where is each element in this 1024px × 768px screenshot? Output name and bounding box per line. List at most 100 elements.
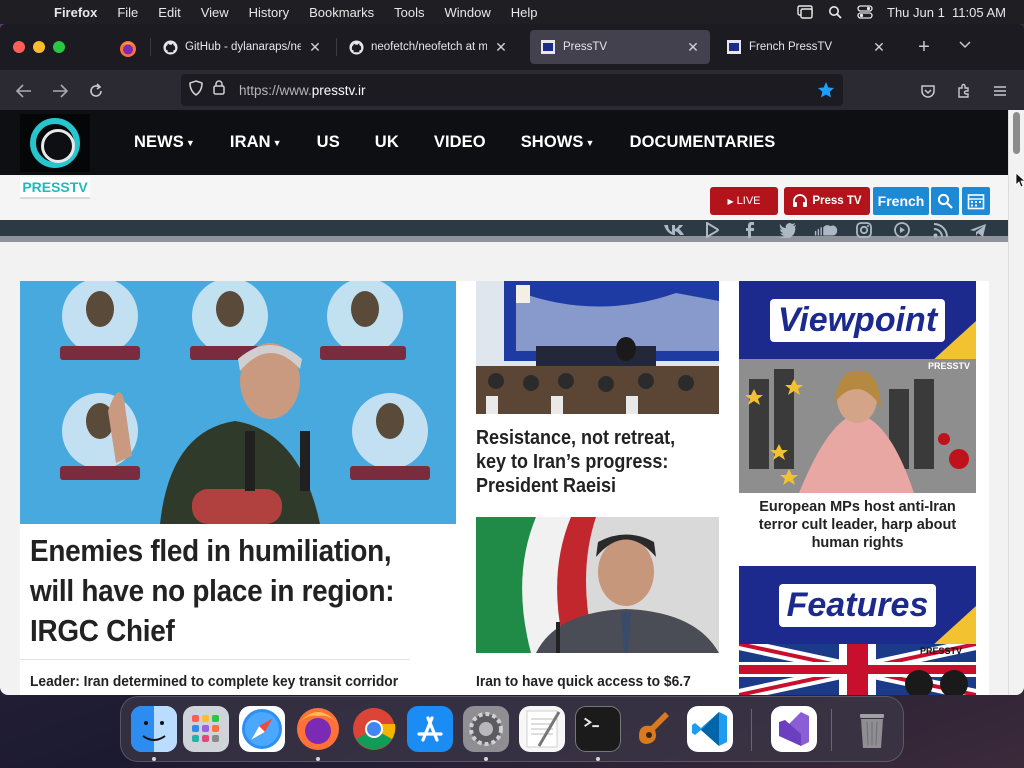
caret-down-icon: ▼ [185,137,195,148]
viewpoint-article-title[interactable]: European MPs host anti-Iran terror cult … [739,498,976,552]
forward-button[interactable] [47,78,73,104]
tab-title: PressTV [563,41,608,53]
nav-video[interactable]: VIDEO [434,133,486,152]
viewpoint-label: Viewpoint [769,298,946,342]
raeisi-meeting-image[interactable] [476,281,719,414]
nav-news[interactable]: NEWS ▼ [134,133,195,152]
lock-icon[interactable] [213,80,225,100]
close-tab-icon[interactable]: ✕ [872,39,886,56]
presstv-watermark: PRESSTV [919,646,962,656]
menu-tools[interactable]: Tools [384,5,434,20]
system-settings-icon[interactable] [463,706,509,752]
calendar-icon [967,194,985,210]
lead-story-title[interactable]: Enemies fled in humiliation, will have n… [30,531,408,651]
tab-french-presstv[interactable]: French PressTV ✕ [716,30,896,64]
secondary-headline[interactable]: Leader: Iran determined to complete key … [30,673,398,690]
access-article-title[interactable]: Iran to have quick access to $6.7 [476,673,715,690]
safari-icon[interactable] [239,706,285,752]
app-store-icon[interactable] [407,706,453,752]
close-window-button[interactable] [13,41,25,53]
raeisi-article-title[interactable]: Resistance, not retreat, key to Iran’s p… [476,426,710,498]
menubar-clock[interactable]: Thu Jun 1 11:05 AM [887,5,1006,20]
rumble-icon[interactable] [700,221,724,239]
firefox-view-button[interactable] [108,34,148,64]
live-button[interactable]: ▶ LIVE [710,187,778,215]
nav-shows[interactable]: SHOWS ▼ [521,133,595,152]
nav-documentaries[interactable]: DOCUMENTARIES [630,133,776,152]
site-subheader: PRESSTV ▶ LIVE Press TV French [0,175,1008,220]
reload-icon [90,83,102,97]
tracking-protection-shield-icon[interactable] [189,79,203,101]
control-center-icon[interactable] [857,5,873,19]
close-tab-icon[interactable]: ✕ [686,39,700,56]
rss-icon[interactable] [928,221,952,239]
french-button[interactable]: French [873,187,929,215]
menu-view[interactable]: View [191,5,239,20]
menu-bookmarks[interactable]: Bookmarks [299,5,384,20]
tab-github-dylanaraps[interactable]: GitHub - dylanaraps/neofetch ✕ [152,30,332,64]
menu-edit[interactable]: Edit [148,5,190,20]
garageband-icon[interactable] [631,706,677,752]
menu-help[interactable]: Help [501,5,548,20]
list-all-tabs-button[interactable] [954,36,976,58]
zoom-window-button[interactable] [53,41,65,53]
terminal-icon[interactable] [575,706,621,752]
scrollbar-thumb[interactable] [1013,112,1020,154]
chrome-icon[interactable] [351,706,397,752]
menu-window[interactable]: Window [435,5,501,20]
main-content: Enemies fled in humiliation, will have n… [20,281,989,695]
extensions-button[interactable] [951,78,977,104]
nav-shows-label: SHOWS [520,133,584,151]
menu-history[interactable]: History [239,5,299,20]
minimize-window-button[interactable] [33,41,45,53]
tab-strip: GitHub - dylanaraps/neofetch ✕ neofetch/… [0,24,1024,70]
launchpad-icon[interactable] [183,706,229,752]
reload-button[interactable] [83,78,109,104]
presstv-wordmark[interactable]: PRESSTV [20,177,90,199]
textedit-icon[interactable] [519,706,565,752]
schedule-button[interactable] [962,187,990,215]
menu-app-name[interactable]: Firefox [44,5,107,20]
firefox-dock-icon[interactable] [295,706,341,752]
app-menu-button[interactable] [987,78,1013,104]
screen-mirroring-icon[interactable] [797,5,813,19]
tab-presstv[interactable]: PressTV ✕ [530,30,710,64]
vscode-icon[interactable] [687,706,733,752]
soundcloud-icon[interactable] [814,221,838,239]
url-text[interactable]: https://www.presstv.ir [239,83,366,98]
presstv-logo[interactable] [20,114,90,172]
twitter-icon[interactable] [776,221,800,239]
nav-iran[interactable]: IRAN ▼ [230,133,282,152]
new-tab-button[interactable]: + [913,36,935,58]
close-tab-icon[interactable]: ✕ [494,39,508,56]
url-bar[interactable]: https://www.presstv.ir [181,74,843,106]
close-tab-icon[interactable]: ✕ [308,39,322,56]
lead-story-image[interactable] [20,281,456,524]
site-search-button[interactable] [931,187,959,215]
nav-uk[interactable]: UK [375,133,399,152]
finder-icon[interactable] [131,706,177,752]
dock-running-indicator [484,757,488,761]
menu-file[interactable]: File [107,5,148,20]
odysee-icon[interactable] [890,221,914,239]
visual-studio-icon[interactable] [771,706,817,752]
facebook-icon[interactable] [738,221,762,239]
bookmark-star-icon[interactable] [817,81,835,104]
telegram-icon[interactable] [966,221,990,239]
finance-official-image[interactable] [476,517,719,653]
dock-separator [751,709,752,751]
page-scrollbar[interactable] [1008,110,1024,695]
presstv-favicon [726,39,742,55]
features-banner[interactable]: Features PRESSTV [739,566,976,695]
instagram-icon[interactable] [852,221,876,239]
spotlight-search-icon[interactable] [827,5,843,19]
back-button[interactable] [11,78,37,104]
trash-icon[interactable] [849,706,895,752]
tab-separator [336,38,337,56]
tab-neofetch-master[interactable]: neofetch/neofetch at master ✕ [338,30,518,64]
viewpoint-banner[interactable]: Viewpoint PRESSTV [739,281,976,493]
pocket-button[interactable] [915,78,941,104]
presstv-radio-button[interactable]: Press TV [784,187,870,215]
vk-icon[interactable] [662,221,686,239]
nav-us[interactable]: US [317,133,340,152]
